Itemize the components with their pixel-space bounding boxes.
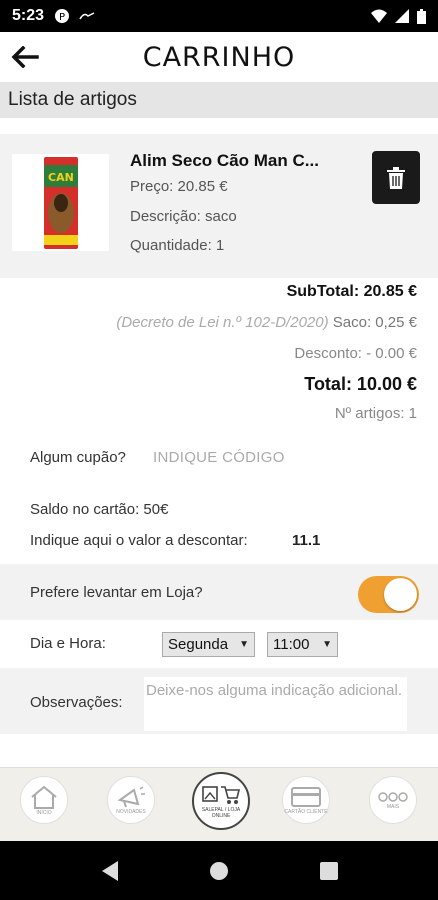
battery-icon xyxy=(417,8,426,24)
product-price: Preço: 20.85 € xyxy=(130,178,228,195)
app-header: CARRINHO xyxy=(0,32,438,82)
coupon-label: Algum cupão? xyxy=(30,449,126,466)
discount-amount-input[interactable]: 11.1 xyxy=(292,532,320,549)
nav-card-label: CARTÃO CLIENTE xyxy=(284,808,328,815)
signal-icon xyxy=(395,9,409,23)
dropdown-arrow-icon: ▼ xyxy=(239,639,249,650)
observations-input[interactable]: Deixe-nos alguma indicação adicional. xyxy=(144,677,407,731)
notification-icons: P xyxy=(54,8,96,24)
pickup-toggle[interactable] xyxy=(358,576,419,613)
pickup-label: Prefere levantar em Loja? xyxy=(30,584,203,601)
product-image: CAN xyxy=(12,154,109,251)
time-select-value: 11:00 xyxy=(273,636,310,653)
app-notification-icon: P xyxy=(55,9,70,23)
item-count: Nº artigos: 1 xyxy=(334,405,417,422)
nav-home[interactable]: INÍCIO xyxy=(20,776,68,824)
cart-item: CAN Alim Seco Cão Man C... Preço: 20.85 … xyxy=(0,134,438,278)
shop-icon xyxy=(202,785,241,804)
schedule-label: Dia e Hora: xyxy=(30,635,106,652)
more-icon xyxy=(378,791,408,802)
brand-notification-icon xyxy=(79,12,95,20)
observations-label: Observações: xyxy=(30,694,123,711)
nav-news-label: NOVIDADES xyxy=(116,808,146,815)
discount-amount-label: Indique aqui o valor a descontar: xyxy=(30,532,248,549)
schedule-row: Dia e Hora: Segunda ▼ 11:00 ▼ xyxy=(0,620,438,668)
product-name[interactable]: Alim Seco Cão Man C... xyxy=(130,151,340,171)
system-nav-bar xyxy=(0,841,438,900)
bag-fee: (Decreto de Lei n.º 102-D/2020) Saco: 0,… xyxy=(116,314,417,331)
megaphone-icon xyxy=(117,785,145,807)
nav-home-label: INÍCIO xyxy=(36,809,52,816)
nav-news[interactable]: NOVIDADES xyxy=(107,776,155,824)
bottom-nav: INÍCIO NOVIDADES SALEPAL / LOJA ONLINE C… xyxy=(0,767,438,841)
nav-more-label: MAIS xyxy=(386,803,400,810)
arrow-left-icon xyxy=(11,46,39,68)
svg-text:P: P xyxy=(59,12,65,23)
toggle-knob xyxy=(384,578,417,611)
back-nav-icon[interactable] xyxy=(100,860,120,882)
home-icon xyxy=(31,785,57,809)
trash-icon xyxy=(387,166,405,189)
status-bar: 5:23 P xyxy=(0,0,438,32)
recents-nav-icon[interactable] xyxy=(320,862,338,880)
system-icons xyxy=(371,8,426,24)
page-title: CARRINHO xyxy=(142,41,296,73)
dropdown-arrow-icon: ▼ xyxy=(322,639,332,650)
subtotal: SubTotal: 20.85 € xyxy=(286,283,417,300)
home-nav-icon[interactable] xyxy=(209,861,229,881)
section-title: Lista de artigos xyxy=(0,82,438,118)
bag-fee-value: Saco: 0,25 € xyxy=(332,314,417,331)
back-button[interactable] xyxy=(10,42,40,72)
pickup-row: Prefere levantar em Loja? xyxy=(0,564,438,620)
wifi-icon xyxy=(371,9,387,23)
day-select-value: Segunda xyxy=(168,636,229,653)
product-description: Descrição: saco xyxy=(130,208,237,225)
nav-card[interactable]: CARTÃO CLIENTE xyxy=(282,776,330,824)
nav-shop[interactable]: SALEPAL / LOJA ONLINE xyxy=(192,772,250,830)
grand-total: Total: 10.00 € xyxy=(304,374,417,394)
coupon-input[interactable]: INDIQUE CÓDIGO xyxy=(153,449,285,466)
time-select[interactable]: 11:00 ▼ xyxy=(267,632,338,657)
day-select[interactable]: Segunda ▼ xyxy=(162,632,255,657)
observations-row: Observações: Deixe-nos alguma indicação … xyxy=(0,668,438,734)
decree-reference: (Decreto de Lei n.º 102-D/2020) xyxy=(116,314,329,331)
product-quantity: Quantidade: 1 xyxy=(130,237,225,254)
nav-shop-label: SALEPAL / LOJA ONLINE xyxy=(201,806,241,819)
card-balance: Saldo no cartão: 50€ xyxy=(30,501,169,518)
nav-more[interactable]: MAIS xyxy=(369,776,417,824)
status-time: 5:23 xyxy=(12,7,45,24)
card-icon xyxy=(291,786,321,807)
delete-item-button[interactable] xyxy=(372,151,420,204)
discount-total: Desconto: - 0.00 € xyxy=(294,345,417,362)
product-image-logo: CAN xyxy=(48,171,74,184)
